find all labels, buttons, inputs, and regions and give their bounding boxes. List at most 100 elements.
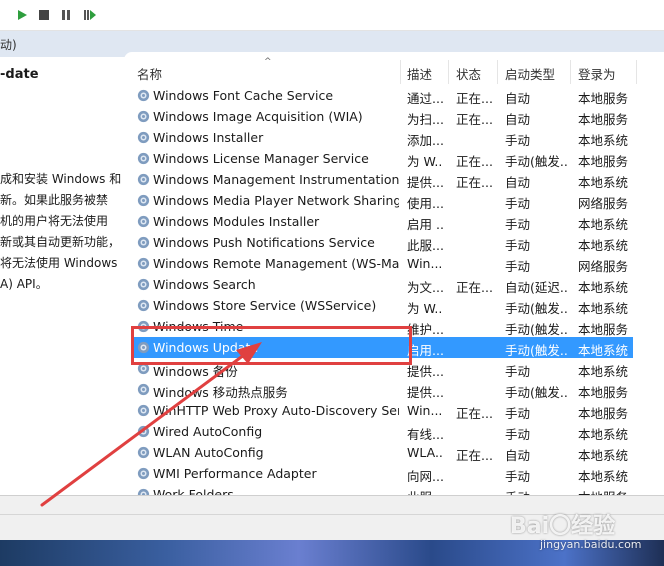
service-description-cell: 为文... [407, 280, 443, 295]
service-logon-cell: 本地系统 [578, 175, 629, 190]
service-startup-type-cell: 手动 [505, 487, 567, 495]
service-description: 成和安装 Windows 和 新。如果此服务被禁 机的用户将无法使用 新或其自动… [0, 172, 122, 291]
service-name-cell: Windows Search [153, 277, 256, 292]
service-status-cell: 正在... [456, 112, 492, 127]
service-description-cell: 维护... [407, 322, 443, 337]
service-description-cell: 提供... [407, 364, 443, 379]
service-row[interactable]: Work Folders 此服... 手动 本地服务 [124, 484, 664, 495]
column-divider[interactable] [448, 60, 449, 84]
service-name-cell: Work Folders [153, 487, 234, 495]
service-name-cell: Windows Font Cache Service [153, 88, 334, 103]
column-header-startup-type[interactable]: 启动类型 [505, 64, 555, 83]
column-divider[interactable] [497, 60, 498, 84]
gear-icon [136, 88, 151, 103]
service-row[interactable]: Windows Image Acquisition (WIA) 为扫... 正在..… [124, 106, 664, 127]
service-logon-cell: 本地服务 [578, 487, 640, 495]
service-logon-cell: 本地服务 [578, 112, 629, 127]
service-row[interactable]: Windows Management Instrumentation 提供... 正… [124, 169, 664, 190]
highlight-box [131, 326, 412, 365]
service-startup-type-cell: 手动 [505, 427, 531, 442]
column-divider[interactable] [400, 60, 401, 84]
service-logon-cell: 网络服务 [578, 259, 629, 274]
service-name-cell: Windows Media Player Network Sharing... [153, 193, 399, 208]
service-description-cell: Win... [407, 403, 443, 418]
column-header-name[interactable]: 名称 [137, 64, 162, 83]
service-startup-type-cell: 手动 [505, 133, 531, 148]
service-startup-type-cell: 自动 [505, 112, 531, 127]
restart-service-button[interactable] [81, 6, 99, 24]
service-startup-type-cell: 手动 [505, 469, 531, 484]
service-row[interactable]: Windows Installer 添加... 手动 本地系统 [124, 127, 664, 148]
service-row[interactable]: Windows 移动热点服务 提供... 手动(触发... 本地服务 [124, 379, 664, 400]
service-status-cell: 正在... [456, 175, 492, 190]
service-logon-cell: 本地系统 [578, 343, 629, 358]
service-startup-type-cell: 手动(触发... [505, 301, 567, 316]
service-row[interactable]: Windows Remote Management (WS-Ma... Win..… [124, 253, 664, 274]
service-description-pane: -date 成和安装 Windows 和 新。如果此服务被禁 机的用户将无法使用… [0, 57, 124, 495]
service-logon-cell: 本地服务 [578, 91, 629, 106]
service-row[interactable]: Windows Push Notifications Service 此服... 手… [124, 232, 664, 253]
service-name-cell: Windows License Manager Service [153, 151, 369, 166]
service-name-cell: Windows Installer [153, 130, 264, 145]
service-row[interactable]: Windows Modules Installer 启用 ... 手动 本地系统 [124, 211, 664, 232]
service-row[interactable]: Windows Media Player Network Sharing... 使… [124, 190, 664, 211]
service-name-cell: Windows 移动热点服务 [153, 385, 288, 400]
service-description-cell: 启用... [407, 343, 443, 358]
service-status-cell: 正在... [456, 406, 492, 421]
service-row[interactable]: WinHTTP Web Proxy Auto-Discovery Ser... W… [124, 400, 664, 421]
service-description-cell: 添加... [407, 133, 443, 148]
service-row[interactable]: Wired AutoConfig 有线... 手动 本地系统 [124, 421, 664, 442]
list-header: ^ 名称 描述 状态 启动类型 登录为 [124, 57, 664, 84]
gear-icon [136, 214, 151, 229]
pause-service-button[interactable] [57, 6, 75, 24]
gear-icon [136, 298, 151, 313]
column-divider[interactable] [636, 60, 637, 84]
service-status-cell: 正在... [456, 91, 492, 106]
service-row[interactable]: WMI Performance Adapter 向网... 手动 本地系统 [124, 463, 664, 484]
service-description-cell: 为扫... [407, 112, 443, 127]
gear-icon [136, 466, 151, 481]
start-service-button[interactable] [13, 6, 31, 24]
gear-icon [136, 445, 151, 460]
service-description-cell: 为 W... [407, 301, 443, 316]
service-startup-type-cell: 手动 [505, 406, 531, 421]
column-header-status[interactable]: 状态 [456, 64, 481, 83]
play-icon [18, 10, 27, 20]
service-logon-cell: 本地系统 [578, 217, 629, 232]
services-list[interactable]: ^ 名称 描述 状态 启动类型 登录为 Windows Font Cache S… [124, 52, 664, 495]
tab-label: 动) [0, 38, 17, 52]
service-startup-type-cell: 自动 [505, 175, 531, 190]
gear-icon [136, 130, 151, 145]
service-row[interactable]: Windows Search 为文... 正在... 自动(延迟... 本地系统 [124, 274, 664, 295]
service-startup-type-cell: 手动(触发... [505, 343, 567, 358]
service-logon-cell: 本地系统 [578, 280, 629, 295]
service-row[interactable]: WLAN AutoConfig WLA... 正在... 自动 本地系统 [124, 442, 664, 463]
service-description-cell: 有线... [407, 427, 443, 442]
service-logon-cell: 本地系统 [578, 427, 629, 442]
service-name-cell: Windows Remote Management (WS-Ma... [153, 256, 399, 271]
service-row[interactable]: Windows Store Service (WSService) 为 W... 手… [124, 295, 664, 316]
pause-icon [62, 10, 70, 20]
service-row[interactable]: Windows Font Cache Service 通过... 正在... 自动 本地… [124, 85, 664, 106]
service-name-cell: Windows Push Notifications Service [153, 235, 375, 250]
service-logon-cell: 本地系统 [578, 364, 629, 379]
stop-service-button[interactable] [35, 6, 53, 24]
service-startup-type-cell: 手动 [505, 238, 531, 253]
watermark-url: jingyan.baidu.com [540, 538, 642, 551]
service-startup-type-cell: 手动(触发... [505, 154, 567, 169]
column-header-logon-as[interactable]: 登录为 [578, 64, 616, 83]
service-status-cell: 正在... [456, 280, 492, 295]
gear-icon [136, 151, 151, 166]
service-row[interactable]: Windows License Manager Service 为 W... 正在.… [124, 148, 664, 169]
service-logon-cell: 本地服务 [578, 385, 629, 400]
service-startup-type-cell: 手动 [505, 364, 531, 379]
column-divider[interactable] [570, 60, 571, 84]
watermark-logo: Bai〇经验 [510, 514, 616, 539]
restart-icon [84, 10, 96, 20]
column-header-description[interactable]: 描述 [407, 64, 432, 83]
gear-icon [136, 193, 151, 208]
service-description-cell: 提供... [407, 385, 443, 400]
service-description-cell: 通过... [407, 91, 443, 106]
service-startup-type-cell: 自动 [505, 91, 531, 106]
toolbar [0, 0, 664, 31]
